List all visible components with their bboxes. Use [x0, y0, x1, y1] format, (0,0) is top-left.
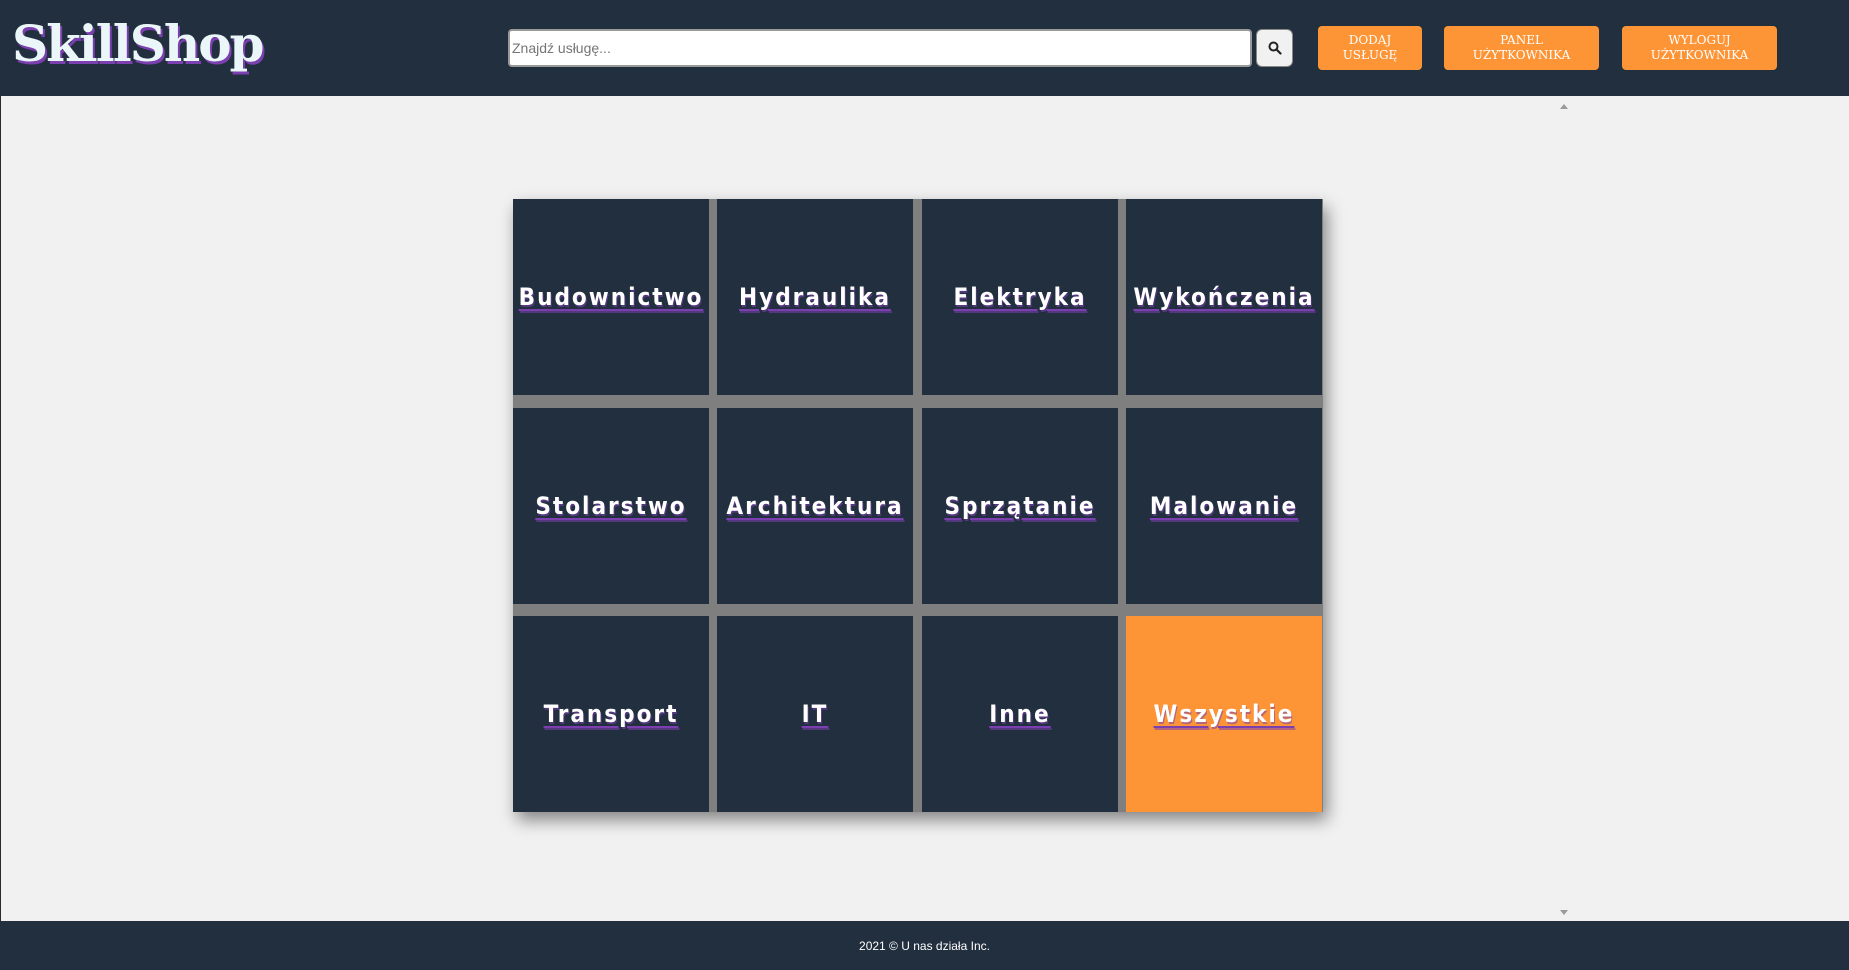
category-label: Hydraulika [739, 283, 891, 311]
category-label: Wszystkie [1153, 700, 1295, 728]
scroll-up-arrow-icon[interactable] [1560, 104, 1568, 109]
category-label: Transport [543, 700, 679, 728]
logo[interactable]: SkillShop [12, 14, 265, 74]
category-tile-elektryka[interactable]: Elektryka [922, 199, 1118, 395]
logout-label-line1: WYLOGUJ [1668, 33, 1731, 47]
category-tile-malowanie[interactable]: Malowanie [1126, 408, 1322, 604]
scroll-down-arrow-icon[interactable] [1560, 910, 1568, 915]
add-service-button[interactable]: DODAJ USŁUGĘ [1318, 26, 1422, 70]
logout-label-line2: UŻYTKOWNIKA [1650, 48, 1749, 62]
category-label: Architektura [726, 492, 904, 520]
user-panel-label-line2: UŻYTKOWNIKA [1472, 48, 1571, 62]
category-label: Malowanie [1149, 492, 1299, 520]
logout-button[interactable]: WYLOGUJ UŻYTKOWNIKA [1622, 26, 1777, 70]
category-grid: Budownictwo Hydraulika Elektryka Wykończ… [513, 199, 1323, 812]
category-label: Elektryka [953, 283, 1087, 311]
category-label: Budownictwo [518, 283, 704, 311]
user-panel-button[interactable]: PANEL UŻYTKOWNIKA [1444, 26, 1599, 70]
footer: 2021 © U nas działa Inc. [0, 921, 1849, 970]
search-icon [1268, 41, 1282, 55]
category-label: Sprzątanie [944, 492, 1096, 520]
category-tile-budownictwo[interactable]: Budownictwo [513, 199, 709, 395]
footer-copyright: 2021 © U nas działa Inc. [859, 939, 990, 953]
add-service-label-line2: USŁUGĘ [1342, 48, 1398, 62]
category-tile-wykonczenia[interactable]: Wykończenia [1126, 199, 1322, 395]
category-tile-it[interactable]: IT [717, 616, 913, 812]
category-label: IT [801, 700, 829, 728]
search-button[interactable] [1256, 29, 1293, 67]
header: SkillShop DODAJ USŁUGĘ PANEL UŻYTKOWNIKA… [0, 0, 1849, 96]
category-label: Wykończenia [1133, 283, 1315, 311]
user-panel-label-line1: PANEL [1500, 33, 1543, 47]
category-tile-stolarstwo[interactable]: Stolarstwo [513, 408, 709, 604]
category-tile-wszystkie[interactable]: Wszystkie [1126, 616, 1322, 812]
category-tile-architektura[interactable]: Architektura [717, 408, 913, 604]
search-input[interactable] [508, 29, 1252, 67]
add-service-label-line1: DODAJ [1348, 33, 1392, 47]
category-tile-transport[interactable]: Transport [513, 616, 709, 812]
category-label: Inne [989, 700, 1051, 728]
category-label: Stolarstwo [535, 492, 687, 520]
category-tile-sprzatanie[interactable]: Sprzątanie [922, 408, 1118, 604]
category-tile-inne[interactable]: Inne [922, 616, 1118, 812]
category-tile-hydraulika[interactable]: Hydraulika [717, 199, 913, 395]
